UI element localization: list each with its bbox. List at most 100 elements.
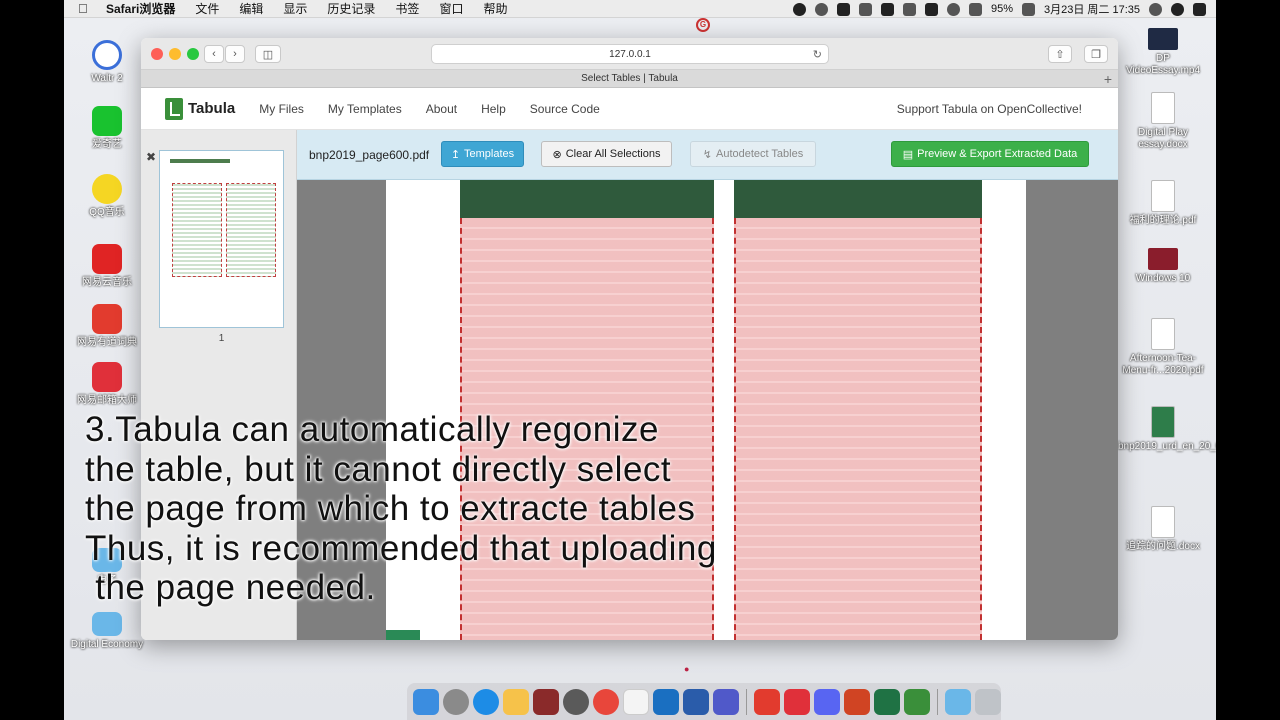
nav-my-files[interactable]: My Files: [259, 102, 304, 116]
address-bar[interactable]: 127.0.0.1 ↻: [431, 44, 829, 64]
menu-app-name[interactable]: Safari浏览器: [106, 0, 175, 17]
excel-icon[interactable]: [874, 688, 900, 715]
paw-icon[interactable]: [814, 2, 828, 16]
zoom-window-button[interactable]: [187, 48, 199, 60]
teams-icon[interactable]: [713, 688, 739, 715]
discord-icon[interactable]: [814, 688, 840, 715]
battery-icon[interactable]: [1022, 2, 1035, 16]
share-button[interactable]: ⇧: [1048, 45, 1072, 63]
back-button[interactable]: ‹: [204, 45, 224, 63]
grammarly-icon[interactable]: G: [696, 18, 710, 32]
clear-selections-button[interactable]: ⊗ Clear All Selections: [541, 141, 672, 167]
netease-mail-dock-icon[interactable]: [784, 688, 810, 715]
close-window-button[interactable]: [151, 48, 163, 60]
finder-icon[interactable]: [413, 688, 439, 715]
parallels-icon: [1148, 248, 1178, 270]
desktop-file-pdf[interactable]: 福利的理论.pdf: [1118, 180, 1208, 227]
desktop-file-docx[interactable]: Digital Play essay.docx: [1118, 92, 1208, 151]
outlook-icon[interactable]: [653, 688, 679, 715]
word-icon[interactable]: [683, 688, 709, 715]
safari-icon[interactable]: [473, 688, 499, 715]
desktop-icon-iqiyi[interactable]: 爱奇艺: [64, 106, 152, 151]
tabula-navbar: Tabula My Files My Templates About Help …: [141, 88, 1118, 130]
nav-my-templates[interactable]: My Templates: [328, 102, 402, 116]
brand-name: Tabula: [188, 100, 236, 117]
sync-icon[interactable]: [924, 2, 938, 16]
apple-icon[interactable]: : [78, 1, 92, 16]
notes-icon[interactable]: [503, 688, 529, 715]
desktop-file-docx-2[interactable]: 追踪的问题.docx: [1118, 506, 1208, 553]
menu-view[interactable]: 显示: [283, 0, 307, 17]
caption-line: the page from which to extracte tables: [85, 489, 696, 528]
menu-history[interactable]: 历史记录: [327, 0, 375, 17]
downloads-folder-icon[interactable]: [945, 688, 971, 715]
desktop-icon-netease-music[interactable]: 网易云音乐: [64, 244, 152, 289]
stickies-icon[interactable]: [623, 688, 649, 715]
desktop-icon-waltr[interactable]: Waltr 2: [64, 40, 152, 85]
cloud-icon[interactable]: [880, 2, 894, 16]
youdao-dock-icon[interactable]: [754, 688, 780, 715]
caption-line: 3.Tabula can automatically regonize: [85, 410, 659, 449]
menu-bookmarks[interactable]: 书签: [395, 0, 419, 17]
page-thumbnail[interactable]: 1: [159, 150, 284, 344]
tabs-overview-button[interactable]: ❐: [1084, 45, 1108, 63]
message-icon[interactable]: [858, 2, 872, 16]
desktop-file-windows[interactable]: Windows 10: [1118, 248, 1208, 285]
dictionary-icon[interactable]: [533, 688, 559, 715]
spotlight-icon[interactable]: [1149, 2, 1162, 16]
dock-tip: ●: [684, 664, 690, 674]
desktop-file-video[interactable]: DP VideoEssay.mp4: [1118, 28, 1208, 77]
bluetooth-icon[interactable]: [902, 2, 916, 16]
chrome-icon[interactable]: [593, 688, 619, 715]
desktop-icon-label: 网易云音乐: [82, 277, 132, 288]
desktop-file-menu-pdf[interactable]: Afternoon-Tea-Menu-fr...2020.pdf: [1118, 318, 1208, 377]
battery-percent: 95%: [990, 3, 1013, 15]
pdf-file-icon: [1151, 406, 1175, 438]
desktop-icon-digital-economy[interactable]: Digital Economy: [64, 612, 152, 651]
nav-source-code[interactable]: Source Code: [530, 102, 600, 116]
menu-file[interactable]: 文件: [195, 0, 219, 17]
desktop-file-bnp-pdf[interactable]: bnp2019_urd_en_20_03_18.pdf: [1118, 406, 1216, 453]
reload-icon[interactable]: ↻: [813, 48, 822, 61]
action-bar: bnp2019_page600.pdf ↥ Templates ⊗ Clear …: [297, 130, 1118, 180]
tabula-dock-icon[interactable]: [904, 688, 930, 715]
control-center-icon[interactable]: [1193, 2, 1206, 16]
desktop-icon-label: 网易有道词典: [77, 337, 137, 348]
search-tool-icon[interactable]: [836, 2, 850, 16]
desktop-icon-netease-mail[interactable]: 网易邮箱大师: [64, 362, 152, 407]
menu-help[interactable]: 帮助: [483, 0, 507, 17]
desktop-icon-label: 爱奇艺: [92, 139, 122, 150]
qqmusic-icon: [92, 174, 122, 204]
system-preferences-icon[interactable]: [563, 688, 589, 715]
desktop-icon-youdao[interactable]: 网易有道词典: [64, 304, 152, 349]
wifi-icon[interactable]: [946, 2, 960, 16]
powerpoint-icon[interactable]: [844, 688, 870, 715]
clock[interactable]: 3月23日 周二 17:35: [1044, 1, 1140, 17]
launchpad-icon[interactable]: [443, 688, 469, 715]
menu-edit[interactable]: 编辑: [239, 0, 263, 17]
forward-button[interactable]: ›: [225, 45, 245, 63]
table-selection-right[interactable]: [734, 218, 982, 640]
support-link[interactable]: Support Tabula on OpenCollective!: [897, 102, 1082, 116]
clear-circle-icon: ⊗: [552, 148, 562, 161]
export-button[interactable]: ▤ Preview & Export Extracted Data: [891, 141, 1089, 167]
menu-window[interactable]: 窗口: [439, 0, 463, 17]
desktop-icon-label: Waltr 2: [91, 73, 123, 84]
nav-about[interactable]: About: [426, 102, 457, 116]
minimize-window-button[interactable]: [169, 48, 181, 60]
trash-icon[interactable]: [975, 688, 1001, 715]
sidebar-toggle-button[interactable]: ◫: [255, 45, 281, 63]
record-icon[interactable]: [792, 2, 806, 16]
volume-icon[interactable]: [968, 2, 982, 16]
desktop-icon-qqmusic[interactable]: QQ音乐: [64, 174, 152, 219]
nav-help[interactable]: Help: [481, 102, 506, 116]
tab-title[interactable]: Select Tables | Tabula: [581, 73, 678, 84]
tabula-logo[interactable]: Tabula: [165, 97, 236, 120]
close-icon[interactable]: ✖: [146, 150, 156, 164]
sidebar-icon: ◫: [262, 48, 274, 61]
templates-button[interactable]: ↥ Templates: [441, 141, 524, 167]
siri-icon[interactable]: [1171, 2, 1184, 16]
new-tab-button[interactable]: +: [1104, 71, 1112, 87]
autodetect-tables-button[interactable]: ↯ Autodetect Tables: [690, 141, 816, 167]
autodetect-label: Autodetect Tables: [715, 148, 804, 160]
